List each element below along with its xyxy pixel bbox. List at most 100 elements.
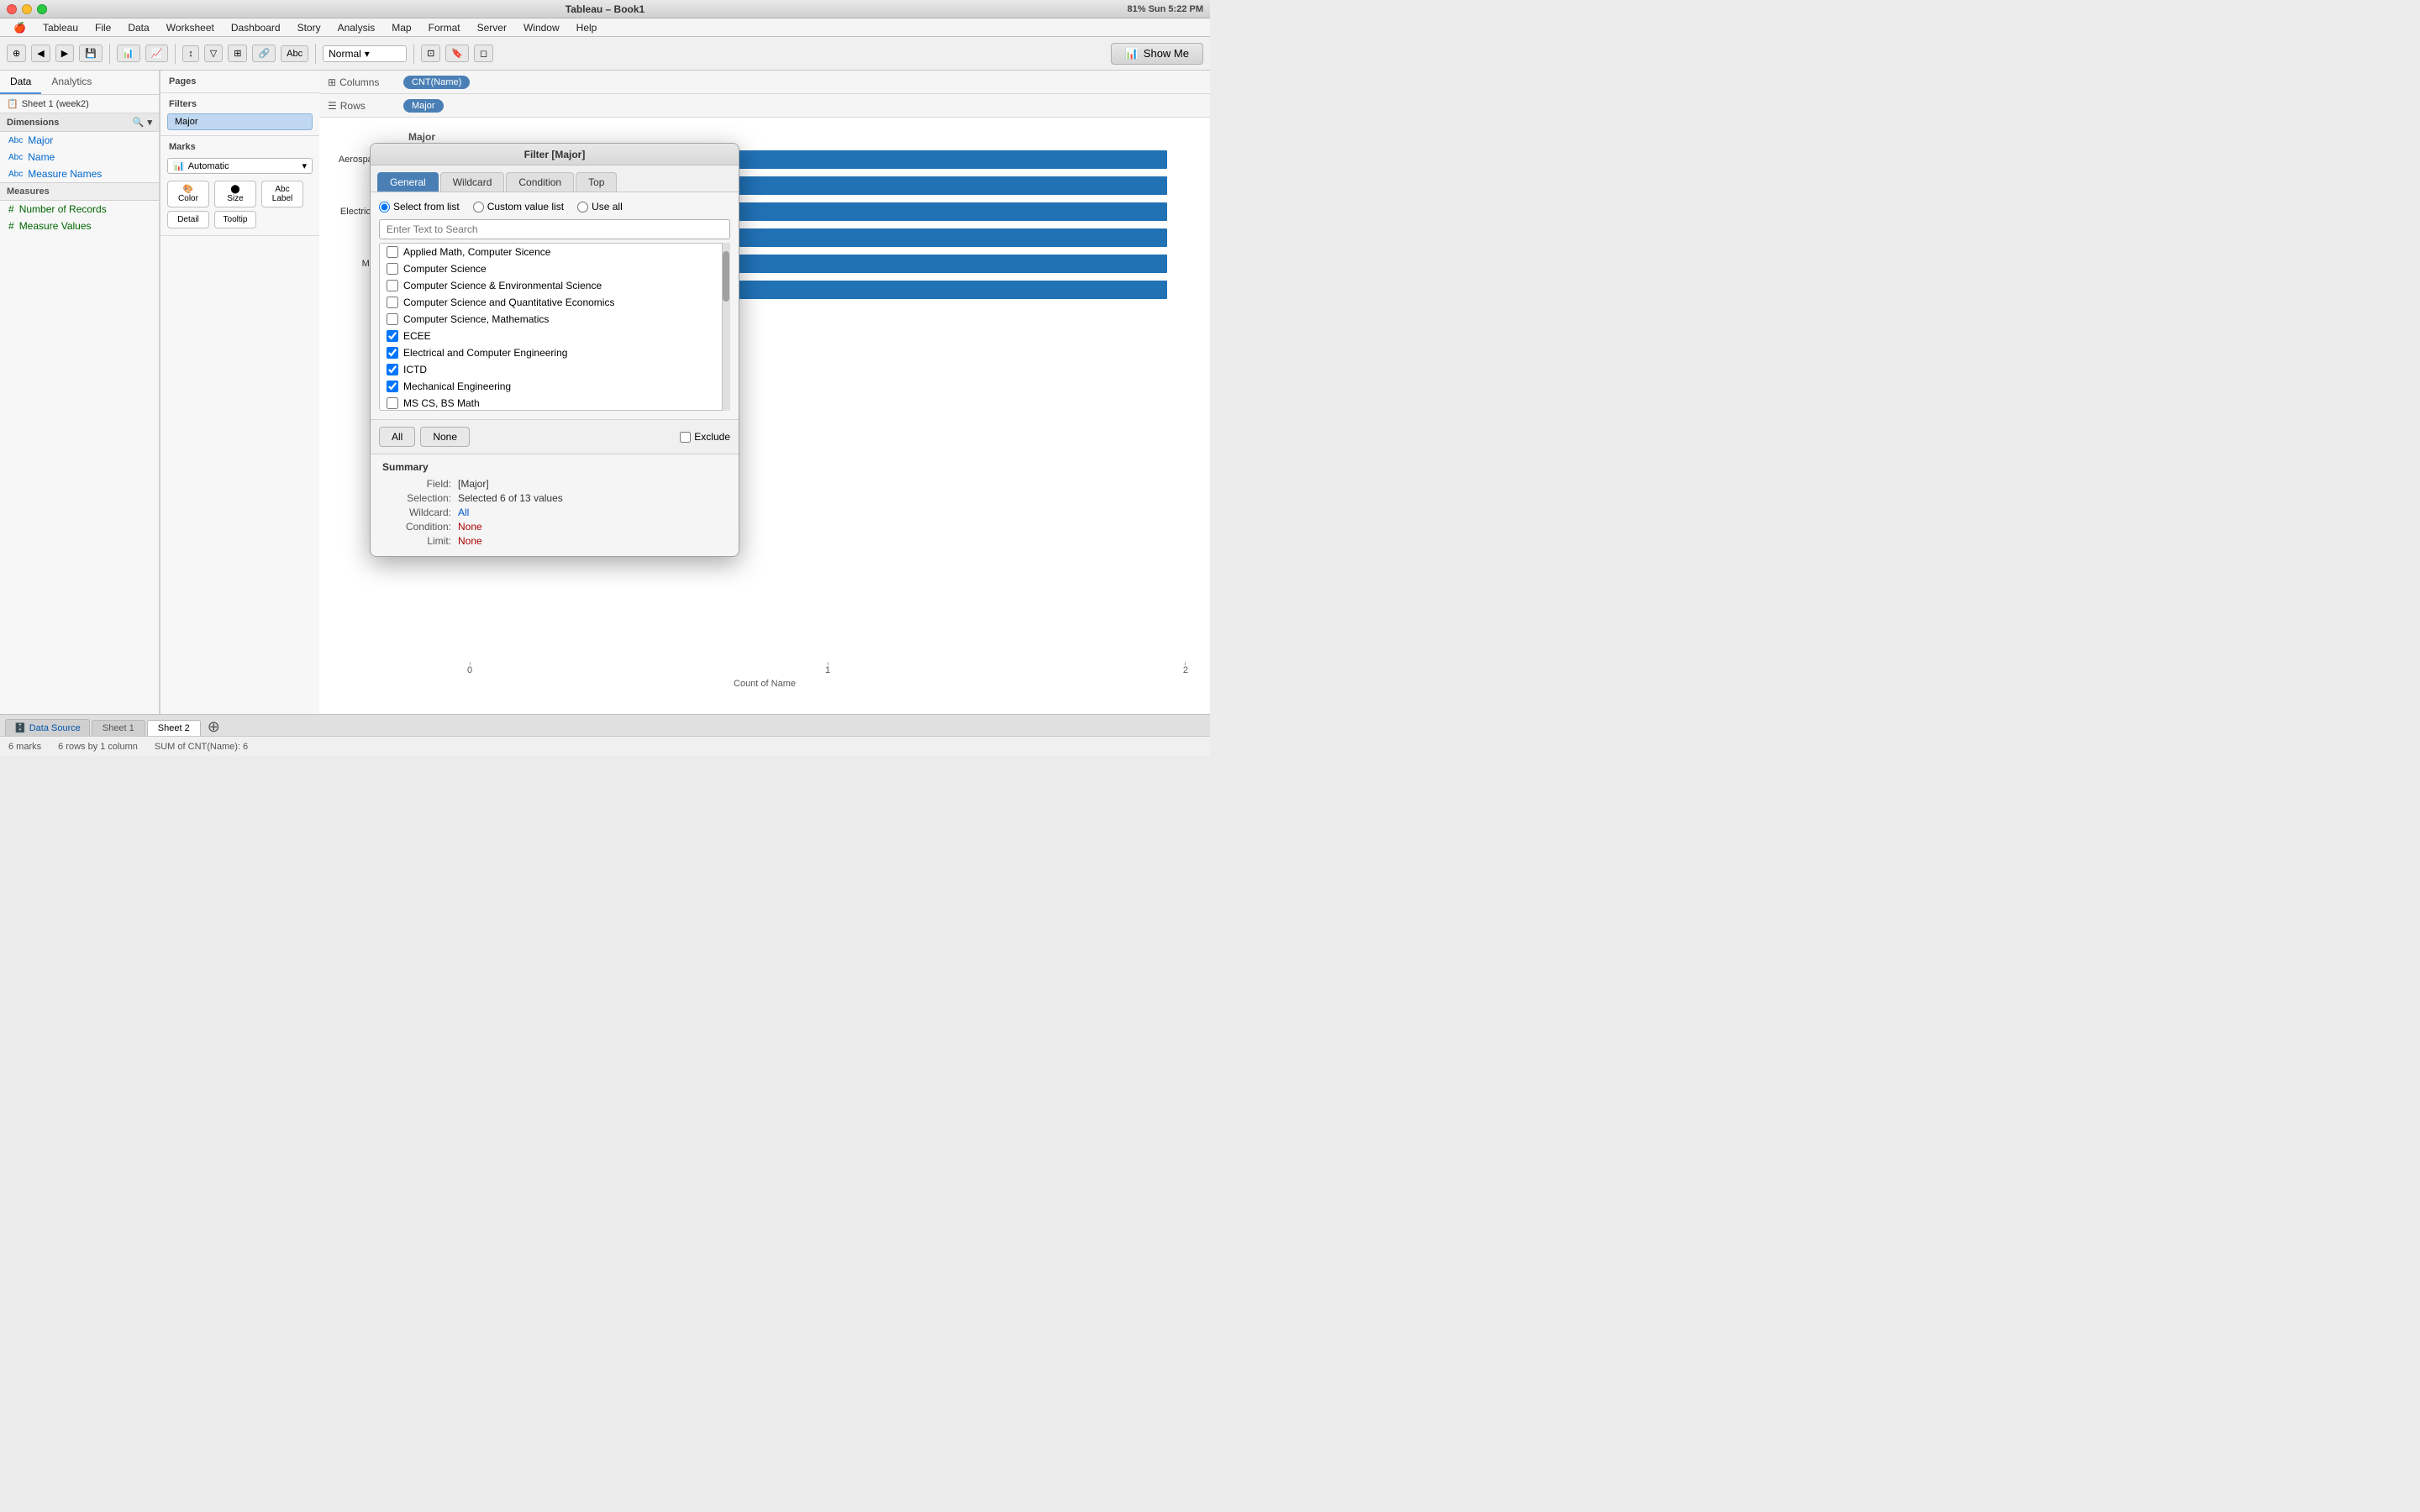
marks-type-chevron: ▾ <box>302 160 307 171</box>
add-sheet-btn[interactable]: ⊕ <box>203 718 225 736</box>
view-size-select[interactable]: Normal ▾ <box>323 45 407 62</box>
rows-pill[interactable]: Major <box>403 99 444 113</box>
marks-tooltip-btn[interactable]: Tooltip <box>214 211 256 228</box>
tab-analytics[interactable]: Analytics <box>41 71 102 94</box>
marks-btn-row-1: 🎨 Color ⬤ Size Abc Label <box>160 177 319 211</box>
filter-list[interactable]: Applied Math, Computer Sicence Computer … <box>379 243 730 411</box>
menu-dashboard[interactable]: Dashboard <box>224 20 287 35</box>
filter-dialog[interactable]: Filter [Major] General Wildcard Conditio… <box>370 143 739 557</box>
pages-label: Pages <box>160 74 319 89</box>
measures-label: Measures <box>0 182 159 201</box>
toolbar-home[interactable]: ⊕ <box>7 45 26 62</box>
toolbar-filter[interactable]: ▽ <box>204 45 223 62</box>
toolbar: ⊕ ◀ ▶ 💾 📊 📈 ↕ ▽ ⊞ 🔗 Abc Normal ▾ ⊡ 🔖 ◻ 📊… <box>0 37 1210 71</box>
dim-name-label: Name <box>28 151 55 163</box>
sheet-tab-1[interactable]: Sheet 1 <box>92 720 145 736</box>
toolbar-undo[interactable]: ◀ <box>31 45 50 62</box>
none-button[interactable]: None <box>420 427 470 447</box>
marks-type-select[interactable]: 📊 Automatic ▾ <box>167 158 313 174</box>
radio-select-from-list[interactable]: Select from list <box>379 201 460 213</box>
list-item-1[interactable]: Computer Science <box>380 260 729 277</box>
measure-values[interactable]: # Measure Values <box>0 218 159 234</box>
dialog-tab-general[interactable]: General <box>377 172 439 192</box>
toolbar-chart1[interactable]: 📊 <box>117 45 140 62</box>
search-icon[interactable]: 🔍 <box>133 117 145 128</box>
filter-search-input[interactable] <box>379 219 730 239</box>
close-button[interactable] <box>7 4 17 14</box>
list-scrollbar[interactable] <box>722 243 730 411</box>
menu-server[interactable]: Server <box>471 20 513 35</box>
menu-apple[interactable]: 🍎 <box>7 20 33 35</box>
scrollbar-thumb[interactable] <box>723 251 729 302</box>
summary-wildcard-row: Wildcard: All <box>382 507 727 518</box>
marks-label-btn[interactable]: Abc Label <box>261 181 303 207</box>
sheet-tab-2[interactable]: Sheet 2 <box>147 720 201 736</box>
dim-measure-names-label: Measure Names <box>28 168 102 180</box>
exclude-label: Exclude <box>694 431 730 443</box>
menu-story[interactable]: Story <box>291 20 328 35</box>
menu-file[interactable]: File <box>88 20 118 35</box>
menu-map[interactable]: Map <box>385 20 418 35</box>
dim-name[interactable]: Abc Name <box>0 149 159 165</box>
list-item-2[interactable]: Computer Science & Environmental Science <box>380 277 729 294</box>
list-item-5[interactable]: ECEE <box>380 328 729 344</box>
datasource-tab[interactable]: 🗄️ Data Source <box>5 719 90 736</box>
pages-section: Pages <box>160 71 319 93</box>
dim-name-icon: Abc <box>8 153 23 162</box>
marks-btn-row-2: Detail Tooltip <box>160 211 319 232</box>
maximize-button[interactable] <box>37 4 47 14</box>
filter-major-pill[interactable]: Major <box>167 113 313 130</box>
menu-worksheet[interactable]: Worksheet <box>160 20 221 35</box>
panel-tabs: Data Analytics <box>0 71 159 95</box>
dialog-tab-top[interactable]: Top <box>576 172 617 192</box>
marks-detail-btn[interactable]: Detail <box>167 211 209 228</box>
datasource-label: Data Source <box>29 723 81 733</box>
columns-pill[interactable]: CNT(Name) <box>403 76 470 89</box>
menu-format[interactable]: Format <box>422 20 467 35</box>
marks-color-btn[interactable]: 🎨 Color <box>167 181 209 207</box>
toolbar-sep-4 <box>413 44 414 64</box>
toolbar-save[interactable]: 💾 <box>79 45 103 62</box>
toolbar-sort[interactable]: ↕ <box>182 45 199 62</box>
dim-measure-names[interactable]: Abc Measure Names <box>0 165 159 182</box>
menu-help[interactable]: Help <box>570 20 604 35</box>
list-item-9[interactable]: MS CS, BS Math <box>380 395 729 411</box>
tab-data[interactable]: Data <box>0 71 41 94</box>
title-bar: Tableau – Book1 81% Sun 5:22 PM <box>0 0 1210 18</box>
menu-data[interactable]: Data <box>121 20 155 35</box>
radio-custom-value[interactable]: Custom value list <box>473 201 564 213</box>
menu-window[interactable]: Window <box>517 20 566 35</box>
list-item-6[interactable]: Electrical and Computer Engineering <box>380 344 729 361</box>
filters-label: Filters <box>160 97 319 112</box>
all-button[interactable]: All <box>379 427 415 447</box>
list-item-7[interactable]: ICTD <box>380 361 729 378</box>
marks-label-label: Label <box>272 194 292 203</box>
exclude-checkbox[interactable] <box>680 432 691 443</box>
toolbar-chart2[interactable]: 📈 <box>145 45 169 62</box>
marks-size-btn[interactable]: ⬤ Size <box>214 181 256 207</box>
menu-analysis[interactable]: Analysis <box>331 20 382 35</box>
list-item-8[interactable]: Mechanical Engineering <box>380 378 729 395</box>
summary-condition-val: None <box>458 521 482 533</box>
toolbar-fit[interactable]: ⊡ <box>421 45 440 62</box>
list-item-3[interactable]: Computer Science and Quantitative Econom… <box>380 294 729 311</box>
toolbar-link[interactable]: 🔗 <box>252 45 276 62</box>
rows-shelf: ☰ Rows Major <box>319 94 1210 118</box>
sort-icon[interactable]: ▾ <box>147 117 152 128</box>
view-size-chevron: ▾ <box>365 48 370 60</box>
list-item-0[interactable]: Applied Math, Computer Sicence <box>380 244 729 260</box>
show-me-button[interactable]: 📊 Show Me <box>1111 43 1203 65</box>
list-item-4[interactable]: Computer Science, Mathematics <box>380 311 729 328</box>
toolbar-group[interactable]: ⊞ <box>228 45 247 62</box>
dim-major[interactable]: Abc Major <box>0 132 159 149</box>
radio-use-all[interactable]: Use all <box>577 201 623 213</box>
minimize-button[interactable] <box>22 4 32 14</box>
measure-records[interactable]: # Number of Records <box>0 201 159 218</box>
menu-tableau[interactable]: Tableau <box>36 20 85 35</box>
dialog-tab-condition[interactable]: Condition <box>506 172 574 192</box>
toolbar-text[interactable]: Abc <box>281 45 308 62</box>
toolbar-redo[interactable]: ▶ <box>55 45 74 62</box>
toolbar-highlight[interactable]: ◻ <box>474 45 493 62</box>
dialog-tab-wildcard[interactable]: Wildcard <box>440 172 505 192</box>
toolbar-tooltip[interactable]: 🔖 <box>445 45 469 62</box>
